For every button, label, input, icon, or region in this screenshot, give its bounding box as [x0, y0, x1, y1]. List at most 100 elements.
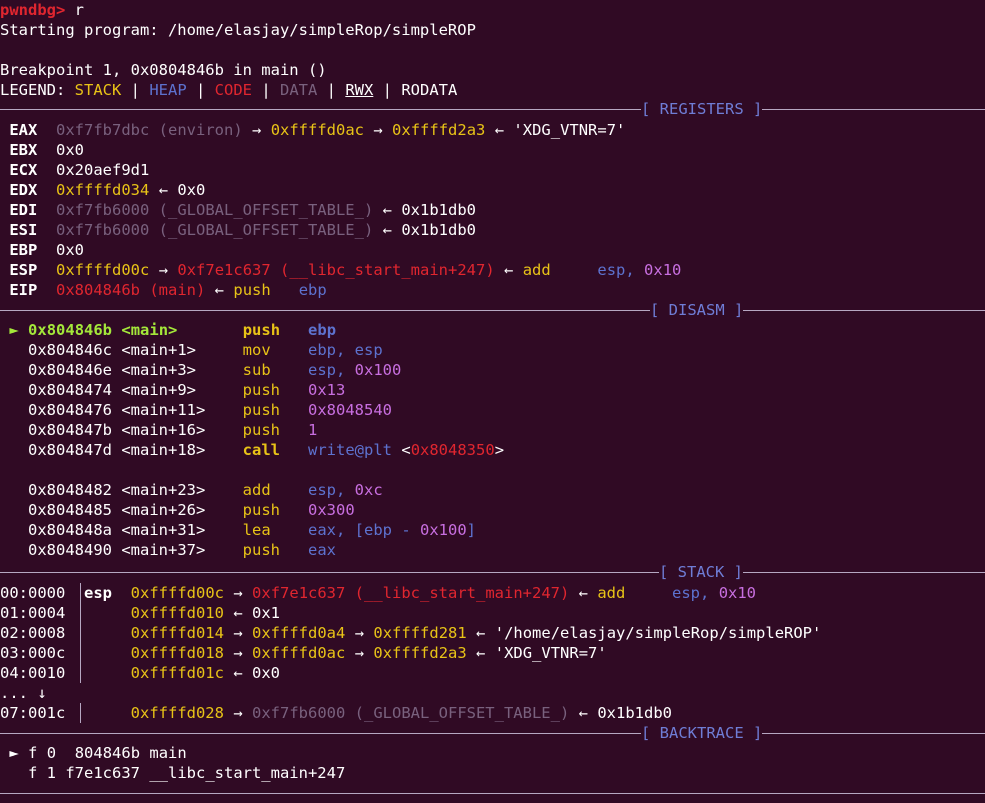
disasm-address: 0x804847d — [28, 441, 112, 459]
stack-address: 0xffffd01c — [130, 664, 224, 682]
disasm-symbol: <main+11> — [121, 401, 206, 419]
disasm-immediate: 0x100 — [420, 521, 467, 539]
disasm-operand: ] — [466, 521, 477, 539]
stack-pointer-value: 0xf7fb6000 (_GLOBAL_OFFSET_TABLE_) — [252, 704, 570, 722]
ellipsis-text: ... — [0, 684, 28, 702]
register-edi: EDI 0xf7fb6000 (_GLOBAL_OFFSET_TABLE_) ←… — [0, 200, 476, 220]
arrow-left-icon: ← — [476, 624, 486, 642]
arrow-right-icon: → — [373, 121, 383, 139]
disasm-address: 0x804848a — [28, 521, 112, 539]
disasm-line[interactable]: 0x804847d <main+18> call write@plt <0x80… — [0, 440, 504, 460]
disasm-line[interactable]: 0x804846e <main+3> sub esp, 0x100 — [0, 360, 401, 380]
disasm-symbol: <main+1> — [121, 341, 196, 359]
stack-address: 0xffffd014 — [130, 624, 224, 642]
disasm-symbol: <main+26> — [121, 501, 206, 519]
disasm-symbol: <main> — [121, 321, 178, 339]
backtrace-frame[interactable]: ► f 0 804846b main — [0, 743, 186, 763]
arrow-left-icon: ← — [158, 181, 169, 199]
stack-string: 'XDG_VTNR=7' — [494, 644, 607, 662]
stack-header: [ STACK ] — [0, 562, 985, 582]
stack-index: 04:0010 — [0, 664, 66, 682]
stack-row[interactable]: 04:0010 0xffffd01c ← 0x0 — [0, 663, 280, 683]
disasm-op: lea — [242, 521, 271, 539]
disasm-immediate: 1 — [308, 421, 318, 439]
stack-row[interactable]: 07:001c 0xffffd028 → 0xf7fb6000 (_GLOBAL… — [0, 703, 672, 723]
register-ebx: EBX 0x0 — [0, 140, 84, 160]
stack-row[interactable]: 02:0008 0xffffd014 → 0xffffd0a4 → 0xffff… — [0, 623, 821, 643]
arrow-left-icon: ← — [504, 261, 514, 279]
backtrace-title: [ BACKTRACE ] — [641, 723, 763, 743]
stack-value: 0x0 — [252, 664, 281, 682]
legend-separator: | — [373, 81, 402, 99]
disasm-symbol: <main+9> — [121, 381, 196, 399]
command-input[interactable]: r — [75, 1, 84, 19]
register-name: EIP — [9, 281, 38, 299]
disasm-address: 0x8048474 — [28, 381, 112, 399]
prompt: pwndbg> — [0, 1, 66, 19]
disasm-line[interactable]: 0x8048474 <main+9> push 0x13 — [0, 380, 345, 400]
backtrace-frame[interactable]: f 1 f7e1c637 __libc_start_main+247 — [0, 763, 345, 783]
register-esi: ESI 0xf7fb6000 (_GLOBAL_OFFSET_TABLE_) ←… — [0, 220, 476, 240]
pointer-value: 0xffffd0ac — [270, 121, 365, 139]
disasm-address: 0x804846b — [28, 321, 113, 339]
arrow-right-icon: → — [354, 624, 365, 642]
terminal-window[interactable]: pwndbg> r Starting program: /home/elasja… — [0, 0, 985, 797]
legend-separator: | — [252, 81, 280, 99]
arrow-right-icon: → — [233, 624, 243, 642]
register-eip: EIP 0x804846b (main) ← push ebp — [0, 280, 326, 300]
legend-stack: STACK — [74, 81, 122, 99]
arrow-down-icon: ↓ — [37, 684, 47, 702]
disasm-address: 0x804846c — [28, 341, 112, 359]
register-value: 0x804846b (main) — [56, 281, 206, 299]
disasm-line[interactable]: 0x8048482 <main+23> add esp, 0xc — [0, 480, 383, 500]
disasm-op: push — [242, 381, 280, 399]
disasm-immediate: 0x8048540 — [308, 401, 392, 419]
disasm-address: 0x8048485 — [28, 501, 112, 519]
legend-separator: | — [186, 81, 215, 99]
disasm-line[interactable]: 0x8048476 <main+11> push 0x8048540 — [0, 400, 392, 420]
stack-index: 03:000c — [0, 644, 66, 662]
disasm-symbol: <main+23> — [121, 481, 206, 499]
disasm-operand: ebp, esp — [308, 341, 383, 359]
stack-index: 07:001c — [0, 704, 66, 722]
disasm-line[interactable]: 0x804847b <main+16> push 1 — [0, 420, 317, 440]
disasm-header: [ DISASM ] — [0, 300, 985, 320]
disasm-line[interactable]: 0x8048485 <main+26> push 0x300 — [0, 500, 355, 520]
backtrace-header: [ BACKTRACE ] — [0, 723, 985, 743]
bottom-divider — [0, 783, 985, 803]
stack-index: 00:0000 — [0, 584, 66, 602]
instruction-imm: 0x10 — [644, 261, 682, 279]
prompt-line: pwndbg> r — [0, 0, 84, 20]
disasm-op: push — [242, 421, 280, 439]
disasm-line[interactable]: 0x8048490 <main+37> push eax — [0, 540, 336, 560]
stack-row[interactable]: 03:000c 0xffffd018 → 0xffffd0ac → 0xffff… — [0, 643, 607, 663]
stack-title: [ STACK ] — [659, 562, 743, 582]
pointer-value: 0xf7e1c637 (__libc_start_main+247) — [177, 261, 495, 279]
stack-row[interactable]: 01:0004 0xffffd010 ← 0x1 — [0, 603, 280, 623]
legend-separator: | — [121, 81, 150, 99]
instruction-imm: 0x10 — [718, 584, 757, 602]
register-esp: ESP 0xffffd00c → 0xf7e1c637 (__libc_star… — [0, 260, 681, 280]
start-line: Starting program: /home/elasjay/simpleRo… — [0, 21, 476, 39]
disasm-operand: eax — [308, 541, 336, 559]
arrow-left-icon: ← — [578, 704, 588, 722]
breakpoint-line: Breakpoint 1, 0x0804846b in main () — [0, 61, 327, 79]
arrow-left-icon: ← — [214, 281, 225, 299]
register-value: 0xf7fb6000 (_GLOBAL_OFFSET_TABLE_) — [56, 221, 374, 239]
disasm-op: push — [242, 501, 280, 519]
disasm-operand: write@plt — [308, 441, 392, 459]
stack-row[interactable]: 00:0000 esp 0xffffd00c → 0xf7e1c637 (__l… — [0, 583, 756, 603]
arrow-right-icon: → — [233, 584, 243, 602]
registers-title: [ REGISTERS ] — [641, 99, 763, 119]
disasm-line-current[interactable]: ► 0x804846b <main> push ebp — [0, 320, 336, 340]
stack-address: 0xffffd018 — [130, 644, 224, 662]
disasm-op: push — [242, 321, 281, 339]
disasm-line[interactable]: 0x804848a <main+31> lea eax, [ebp - 0x10… — [0, 520, 476, 540]
header-rule — [0, 572, 985, 573]
disasm-line[interactable]: 0x804846c <main+1> mov ebp, esp — [0, 340, 383, 360]
pointer-value: 0x0 — [177, 181, 206, 199]
disasm-address: 0x804846e — [28, 361, 112, 379]
stack-pointer-value: 0xffffd281 — [373, 624, 467, 642]
disasm-op: call — [242, 441, 280, 459]
stack-pointer-value: 0xffffd0a4 — [252, 624, 346, 642]
